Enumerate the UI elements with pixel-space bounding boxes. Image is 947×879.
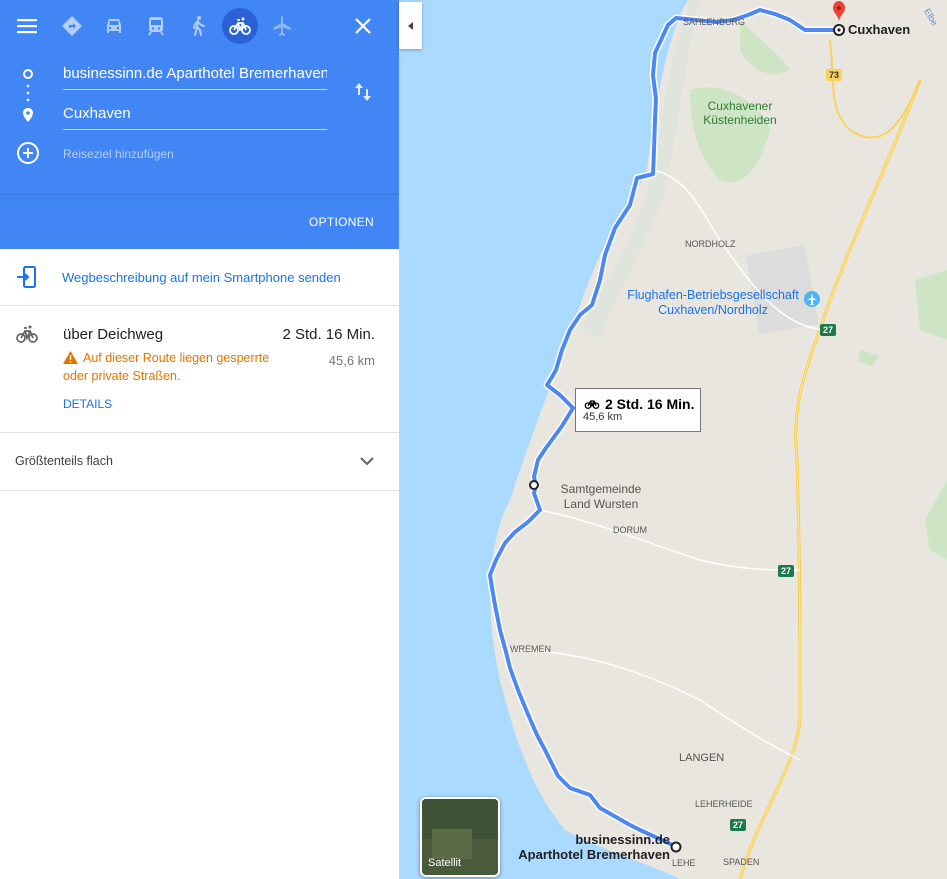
header-divider bbox=[0, 194, 399, 195]
chevron-down-icon bbox=[360, 457, 374, 466]
bicycle-icon bbox=[229, 17, 251, 35]
spaden-label: SPADEN bbox=[723, 857, 760, 867]
satellite-toggle[interactable]: Satellit bbox=[420, 797, 500, 877]
pin-dot bbox=[837, 6, 841, 10]
bicycle-icon bbox=[584, 400, 600, 409]
transit-icon bbox=[148, 17, 164, 36]
callout-duration: 2 Std. 16 Min. bbox=[605, 396, 695, 412]
callout-distance: 45,6 km bbox=[583, 411, 623, 423]
road-badge-73: 73 bbox=[826, 69, 843, 81]
wremen-label: WREMEN bbox=[510, 644, 551, 654]
mode-flight[interactable] bbox=[264, 8, 300, 44]
options-button[interactable]: OPTIONEN bbox=[309, 215, 374, 229]
stopover-marker bbox=[529, 480, 539, 490]
route-distance: 45,6 km bbox=[328, 353, 375, 368]
add-circle-icon bbox=[17, 142, 39, 164]
menu-button[interactable] bbox=[13, 14, 41, 38]
route-warning: Auf dieser Route liegen gesperrte oder p… bbox=[63, 349, 288, 385]
road-badge-27: 27 bbox=[778, 565, 795, 577]
directions-panel: businessinn.de Aparthotel Bremerhaven Cu… bbox=[0, 0, 399, 879]
route-title: über Deichweg bbox=[63, 326, 164, 343]
bicycle-icon bbox=[16, 325, 38, 343]
collapse-panel-button[interactable] bbox=[399, 2, 422, 49]
destination-marker-center bbox=[837, 28, 841, 32]
add-destination-button[interactable] bbox=[16, 141, 40, 165]
route-warning-text: Auf dieser Route liegen gesperrte oder p… bbox=[63, 351, 270, 383]
road-badge-27: 27 bbox=[730, 819, 747, 831]
send-to-phone-link[interactable]: Wegbeschreibung auf mein Smartphone send… bbox=[62, 270, 341, 285]
satellite-preview-patch bbox=[432, 829, 472, 859]
road-badge-27: 27 bbox=[820, 324, 837, 336]
menu-icon bbox=[17, 19, 37, 34]
origin-marker bbox=[670, 841, 682, 853]
airport-label[interactable]: Flughafen-Betriebsgesellschaft Cuxhaven/… bbox=[618, 288, 808, 318]
origin-label[interactable]: businessinn.de Aparthotel Bremerhaven bbox=[510, 832, 670, 862]
divider bbox=[0, 490, 399, 491]
directions-header: businessinn.de Aparthotel Bremerhaven Cu… bbox=[0, 0, 399, 249]
satellite-label: Satellit bbox=[428, 857, 462, 869]
divider bbox=[0, 432, 399, 433]
route-duration: 2 Std. 16 Min. bbox=[282, 326, 375, 343]
mode-bicycle[interactable] bbox=[222, 8, 258, 44]
caret-left-icon bbox=[407, 21, 413, 30]
swap-icon bbox=[355, 83, 371, 101]
dorum-label: DORUM bbox=[613, 525, 647, 535]
lehe-label: LEHE bbox=[672, 858, 696, 868]
car-icon bbox=[107, 19, 121, 33]
destination-label[interactable]: Cuxhaven bbox=[848, 22, 910, 37]
swap-button[interactable] bbox=[351, 80, 375, 104]
close-icon bbox=[355, 18, 371, 34]
route-connector-icon bbox=[23, 69, 33, 122]
destination-input[interactable]: Cuxhaven bbox=[63, 99, 327, 130]
leherheide-label: LEHERHEIDE bbox=[695, 799, 753, 809]
close-button[interactable] bbox=[350, 13, 376, 39]
langen-label: LANGEN bbox=[679, 752, 725, 764]
add-destination-label[interactable]: Reiseziel hinzufügen bbox=[63, 147, 174, 161]
send-to-phone-icon bbox=[17, 266, 36, 288]
mode-walk[interactable] bbox=[180, 8, 216, 44]
kuestenheiden-label: Cuxhavener Küstenheiden bbox=[703, 99, 777, 127]
origin-input[interactable]: businessinn.de Aparthotel Bremerhaven bbox=[63, 59, 327, 90]
samtgemeinde-label: Samtgemeinde Land Wursten bbox=[560, 482, 642, 511]
elevation-summary: Größtenteils flach bbox=[15, 454, 113, 468]
mode-transit[interactable] bbox=[138, 8, 174, 44]
mode-best-route[interactable] bbox=[54, 8, 90, 44]
mode-car[interactable] bbox=[96, 8, 132, 44]
divider bbox=[0, 305, 399, 306]
flight-icon bbox=[273, 16, 291, 36]
details-link[interactable]: DETAILS bbox=[63, 397, 112, 411]
nordholz-label: NORDHOLZ bbox=[685, 239, 736, 249]
walk-icon bbox=[193, 16, 205, 36]
route-callout[interactable]: 2 Std. 16 Min. 45,6 km bbox=[575, 388, 701, 432]
directions-icon bbox=[62, 16, 82, 36]
map[interactable] bbox=[399, 0, 947, 879]
sahlenburg-label: SAHLENBURG bbox=[683, 17, 746, 27]
